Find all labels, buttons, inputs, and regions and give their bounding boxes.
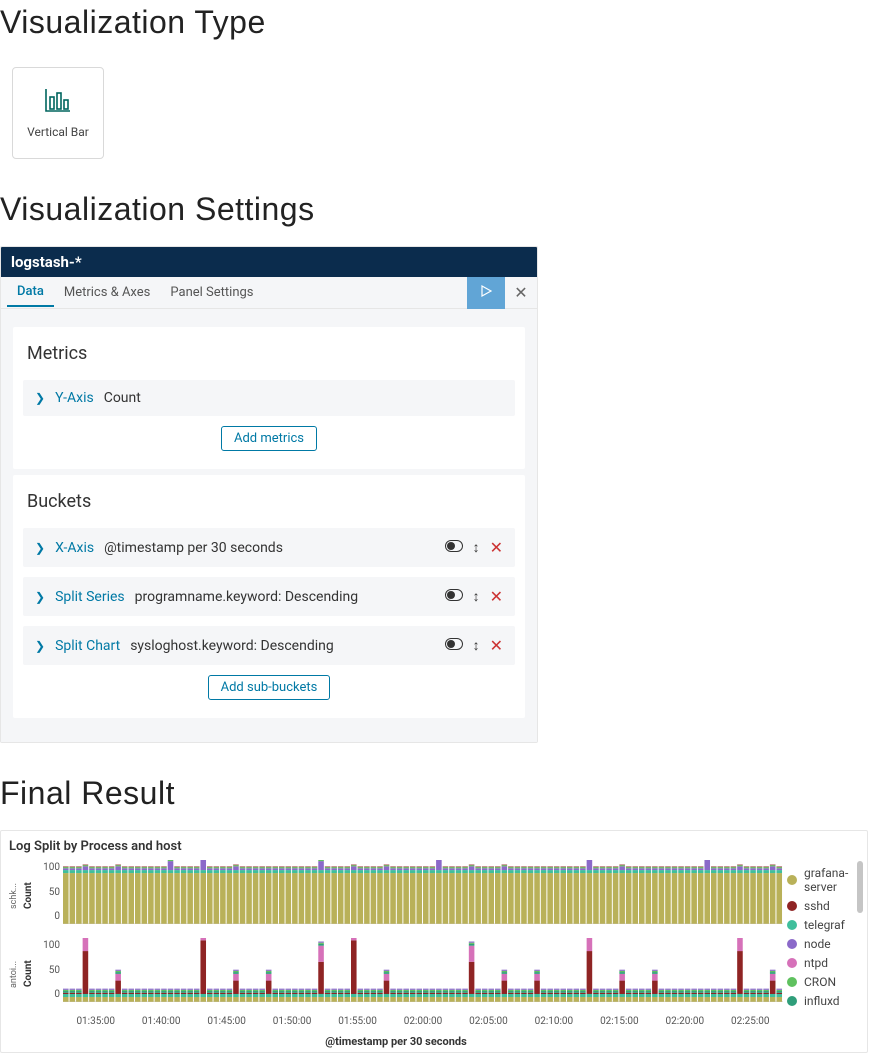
bucket-description: @timestamp per 30 seconds bbox=[104, 540, 283, 556]
chart-bars-2 bbox=[63, 938, 783, 1010]
chevron-right-icon[interactable]: ❯ bbox=[35, 391, 45, 405]
legend-swatch bbox=[787, 996, 797, 1006]
toggle-icon[interactable] bbox=[445, 589, 463, 605]
close-icon: ✕ bbox=[514, 283, 527, 302]
chevron-right-icon[interactable]: ❯ bbox=[35, 639, 45, 653]
chart-bars-1 bbox=[63, 860, 783, 932]
buckets-heading: Buckets bbox=[27, 491, 515, 512]
legend-swatch bbox=[787, 939, 797, 949]
bucket-label: X-Axis bbox=[55, 540, 94, 556]
toggle-icon[interactable] bbox=[445, 540, 463, 556]
legend-swatch bbox=[787, 977, 797, 987]
tab-panel-settings[interactable]: Panel Settings bbox=[160, 279, 263, 306]
legend-swatch bbox=[787, 901, 797, 911]
reorder-icon[interactable]: ↕ bbox=[473, 637, 480, 654]
vis-type-label: Vertical Bar bbox=[27, 125, 89, 139]
legend-swatch bbox=[787, 875, 797, 885]
add-sub-buckets-button[interactable]: Add sub-buckets bbox=[208, 675, 331, 700]
y-axis-label: Count bbox=[23, 938, 37, 1010]
legend-swatch bbox=[787, 958, 797, 968]
tab-metrics-axes[interactable]: Metrics & Axes bbox=[54, 279, 161, 306]
bucket-row-xaxis[interactable]: ❯ X-Axis @timestamp per 30 seconds ↕ ✕ bbox=[23, 528, 515, 567]
bucket-label: Split Series bbox=[55, 589, 125, 605]
metric-label: Y-Axis bbox=[55, 390, 94, 406]
bucket-label: Split Chart bbox=[55, 638, 120, 654]
reorder-icon[interactable]: ↕ bbox=[473, 588, 480, 605]
chart-title: Log Split by Process and host bbox=[9, 839, 859, 854]
bucket-description: programname.keyword: Descending bbox=[135, 589, 358, 605]
delete-icon[interactable]: ✕ bbox=[490, 587, 503, 606]
legend-item[interactable]: telegraf bbox=[787, 918, 859, 932]
chevron-right-icon[interactable]: ❯ bbox=[35, 541, 45, 555]
bucket-description: sysloghost.keyword: Descending bbox=[130, 638, 334, 654]
y-ticks: 100 50 0 bbox=[37, 938, 63, 1010]
delete-icon[interactable]: ✕ bbox=[490, 538, 503, 557]
metric-row[interactable]: ❯ Y-Axis Count bbox=[23, 380, 515, 416]
legend-item[interactable]: node bbox=[787, 937, 859, 951]
play-icon bbox=[480, 285, 492, 301]
split-label-1: schk... bbox=[9, 860, 23, 932]
apply-changes-button[interactable] bbox=[467, 277, 505, 309]
legend-swatch bbox=[787, 920, 797, 930]
vis-type-vertical-bar[interactable]: Vertical Bar bbox=[12, 67, 104, 159]
legend-item[interactable]: influxd bbox=[787, 994, 859, 1008]
subplot-2: antoi... Count 100 50 0 bbox=[9, 938, 783, 1010]
legend-item[interactable]: sshd bbox=[787, 899, 859, 913]
metrics-section: Metrics ❯ Y-Axis Count Add metrics bbox=[13, 327, 525, 469]
vis-settings-panel: logstash-* Data Metrics & Axes Panel Set… bbox=[0, 246, 538, 743]
legend-item[interactable]: ntpd bbox=[787, 956, 859, 970]
x-axis-ticks: 01:35:00 01:40:00 01:45:00 01:50:00 01:5… bbox=[9, 1016, 783, 1027]
y-axis-label: Count bbox=[23, 860, 37, 932]
split-label-2: antoi... bbox=[9, 938, 23, 1010]
chart-legend: grafana-server sshd telegraf node ntpd C… bbox=[787, 860, 859, 1048]
toggle-icon[interactable] bbox=[445, 638, 463, 654]
delete-icon[interactable]: ✕ bbox=[490, 636, 503, 655]
section-heading-vis-type: Visualization Type bbox=[0, 4, 877, 41]
section-heading-final-result: Final Result bbox=[0, 775, 877, 812]
tab-data[interactable]: Data bbox=[7, 278, 54, 307]
legend-scrollbar[interactable] bbox=[857, 861, 863, 913]
section-heading-vis-settings: Visualization Settings bbox=[0, 191, 877, 228]
legend-item[interactable]: CRON bbox=[787, 975, 859, 989]
chart-panel: Log Split by Process and host schk... Co… bbox=[0, 830, 868, 1053]
add-metrics-button[interactable]: Add metrics bbox=[221, 426, 317, 451]
metrics-heading: Metrics bbox=[27, 343, 515, 364]
vertical-bar-icon bbox=[44, 87, 72, 117]
close-panel-button[interactable]: ✕ bbox=[505, 283, 537, 302]
subplot-1: schk... Count 100 50 0 bbox=[9, 860, 783, 932]
legend-item[interactable]: grafana-server bbox=[787, 866, 859, 894]
bucket-row-split-series[interactable]: ❯ Split Series programname.keyword: Desc… bbox=[23, 577, 515, 616]
y-ticks: 100 50 0 bbox=[37, 860, 63, 932]
metric-description: Count bbox=[104, 390, 141, 406]
chevron-right-icon[interactable]: ❯ bbox=[35, 590, 45, 604]
x-axis-label: @timestamp per 30 seconds bbox=[9, 1035, 783, 1048]
reorder-icon[interactable]: ↕ bbox=[473, 539, 480, 556]
settings-tab-bar: Data Metrics & Axes Panel Settings ✕ bbox=[1, 277, 537, 309]
buckets-section: Buckets ❯ X-Axis @timestamp per 30 secon… bbox=[13, 475, 525, 718]
bucket-row-split-chart[interactable]: ❯ Split Chart sysloghost.keyword: Descen… bbox=[23, 626, 515, 665]
index-pattern-label: logstash-* bbox=[1, 247, 537, 277]
